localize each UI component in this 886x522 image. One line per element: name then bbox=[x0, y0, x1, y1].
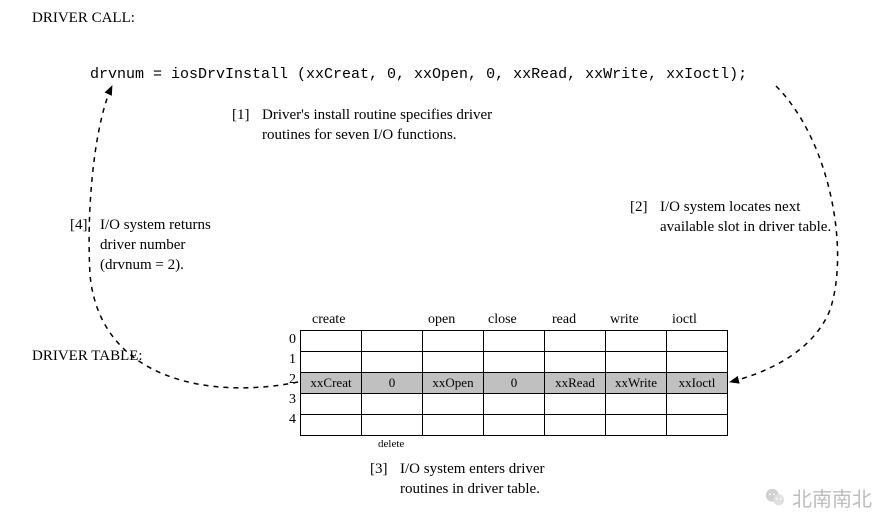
cell-delete: 0 bbox=[362, 373, 423, 394]
note-3-tag: [3] bbox=[370, 460, 388, 479]
note-4-line2: driver number bbox=[100, 236, 185, 255]
note-3-line2: routines in driver table. bbox=[400, 480, 540, 499]
row-header-2: 2 bbox=[282, 372, 296, 388]
col-header-create: create bbox=[312, 312, 345, 328]
table-row bbox=[301, 394, 728, 415]
col-header-close: close bbox=[488, 312, 517, 328]
row-header-4: 4 bbox=[282, 412, 296, 428]
table-row bbox=[301, 331, 728, 352]
section-title-driver-table: DRIVER TABLE: bbox=[32, 348, 143, 365]
note-3-line1: I/O system enters driver bbox=[400, 460, 545, 479]
table-row bbox=[301, 415, 728, 436]
cell-open: xxOpen bbox=[423, 373, 484, 394]
cell-ioctl: xxIoctl bbox=[667, 373, 728, 394]
row-header-0: 0 bbox=[282, 332, 296, 348]
note-4-line1: I/O system returns bbox=[100, 216, 211, 235]
col-footer-delete: delete bbox=[378, 438, 404, 450]
note-4-tag: [4] bbox=[70, 216, 88, 235]
note-1-line2: routines for seven I/O functions. bbox=[262, 126, 457, 145]
cell-close: 0 bbox=[484, 373, 545, 394]
col-header-ioctl: ioctl bbox=[672, 312, 697, 328]
note-2-line2: available slot in driver table. bbox=[660, 218, 831, 237]
watermark: 北南南北 bbox=[764, 483, 872, 512]
note-1-line1: Driver's install routine specifies drive… bbox=[262, 106, 492, 125]
note-2-tag: [2] bbox=[630, 198, 648, 217]
driver-table: xxCreat 0 xxOpen 0 xxRead xxWrite xxIoct… bbox=[300, 330, 728, 436]
row-header-3: 3 bbox=[282, 392, 296, 408]
section-title-driver-call: DRIVER CALL: bbox=[32, 10, 135, 27]
col-header-write: write bbox=[610, 312, 639, 328]
cell-write: xxWrite bbox=[606, 373, 667, 394]
watermark-text: 北南南北 bbox=[792, 483, 872, 512]
note-4-line3: (drvnum = 2). bbox=[100, 256, 184, 275]
col-header-open: open bbox=[428, 312, 455, 328]
col-header-read: read bbox=[552, 312, 576, 328]
cell-read: xxRead bbox=[545, 373, 606, 394]
table-row-filled: xxCreat 0 xxOpen 0 xxRead xxWrite xxIoct… bbox=[301, 373, 728, 394]
code-line: drvnum = iosDrvInstall (xxCreat, 0, xxOp… bbox=[90, 66, 747, 83]
row-header-1: 1 bbox=[282, 352, 296, 368]
cell-create: xxCreat bbox=[301, 373, 362, 394]
table-row bbox=[301, 352, 728, 373]
note-1-tag: [1] bbox=[232, 106, 250, 125]
wechat-icon bbox=[764, 487, 786, 509]
note-2-line1: I/O system locates next bbox=[660, 198, 800, 217]
